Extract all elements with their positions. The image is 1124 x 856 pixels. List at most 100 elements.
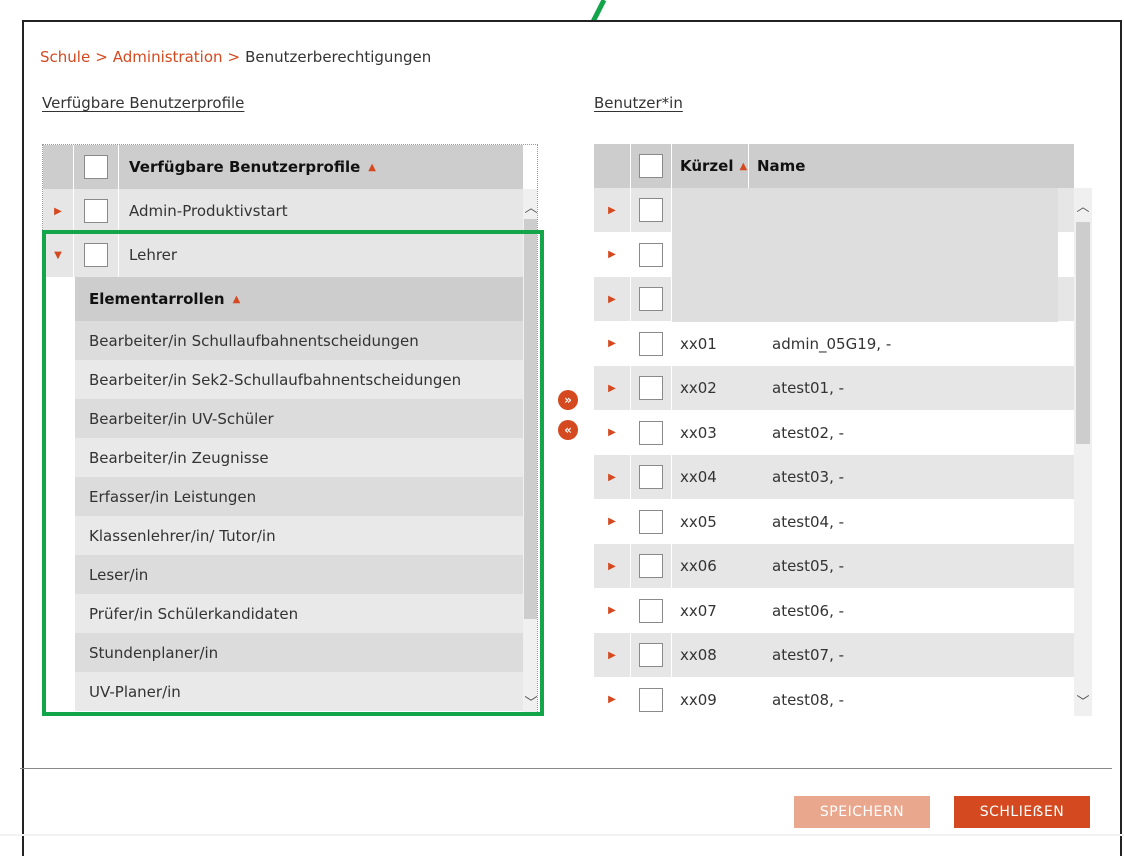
role-row[interactable]: Bearbeiter/in Zeugnisse bbox=[75, 438, 523, 477]
triangle-right-icon[interactable]: ▶ bbox=[594, 188, 630, 232]
triangle-right-icon[interactable]: ▶ bbox=[594, 411, 630, 455]
breadcrumb-school[interactable]: Schule bbox=[40, 48, 90, 66]
triangle-right-icon[interactable]: ▶ bbox=[594, 455, 630, 499]
user-checkbox[interactable] bbox=[639, 198, 663, 222]
triangle-right-icon[interactable]: ▶ bbox=[594, 366, 630, 410]
user-name: atest05, - bbox=[772, 557, 845, 575]
user-row[interactable]: ▶ xx08 atest07, - bbox=[594, 633, 1074, 677]
user-row[interactable]: ▶ xx07 atest06, - bbox=[594, 588, 1074, 633]
profile-row[interactable]: ▼ Lehrer bbox=[43, 233, 523, 277]
triangle-right-icon[interactable]: ▶ bbox=[594, 322, 630, 366]
chevron-up-icon[interactable]: ︿ bbox=[1075, 196, 1091, 215]
role-label: UV-Planer/in bbox=[89, 682, 181, 701]
role-row[interactable]: Leser/in bbox=[75, 555, 523, 594]
user-kuerzel: xx01 bbox=[680, 334, 717, 353]
triangle-right-icon[interactable]: ▶ bbox=[594, 589, 630, 633]
roles-column-header[interactable]: Elementarrollen bbox=[89, 290, 225, 308]
user-row[interactable]: ▶ xx09 atest08, - bbox=[594, 677, 1074, 717]
breadcrumb-admin[interactable]: Administration bbox=[113, 48, 223, 66]
remove-role-button[interactable]: « bbox=[558, 420, 578, 440]
profile-column-header[interactable]: Verfügbare Benutzerprofile bbox=[129, 158, 360, 176]
redacted-area bbox=[672, 188, 1058, 322]
role-row[interactable]: Klassenlehrer/in/ Tutor/in bbox=[75, 516, 523, 555]
triangle-right-icon[interactable]: ▶ bbox=[594, 277, 630, 321]
select-all-profiles-checkbox[interactable] bbox=[84, 155, 108, 179]
user-name: atest03, - bbox=[772, 468, 845, 486]
user-row[interactable]: ▶ xx02 atest01, - bbox=[594, 366, 1074, 410]
triangle-right-icon[interactable]: ▶ bbox=[594, 544, 630, 588]
role-label: Prüfer/in Schülerkandidaten bbox=[89, 604, 299, 623]
user-grid-scrollbar[interactable]: ︿ ﹀ bbox=[1074, 188, 1092, 716]
role-row[interactable]: Bearbeiter/in Schullaufbahnentscheidunge… bbox=[75, 321, 523, 360]
role-row[interactable]: Bearbeiter/in UV-Schüler bbox=[75, 399, 523, 438]
user-checkbox[interactable] bbox=[639, 242, 663, 267]
user-row[interactable]: ▶ xx05 atest04, - bbox=[594, 499, 1074, 544]
profile-checkbox[interactable] bbox=[84, 199, 108, 223]
user-checkbox[interactable] bbox=[639, 420, 663, 445]
triangle-right-icon[interactable]: ▶ bbox=[43, 189, 73, 233]
role-row[interactable]: UV-Planer/in bbox=[75, 672, 523, 711]
user-name: atest01, - bbox=[772, 379, 845, 397]
user-kuerzel: xx07 bbox=[680, 601, 717, 620]
user-name: atest07, - bbox=[772, 646, 845, 664]
user-checkbox[interactable] bbox=[639, 687, 663, 712]
user-row[interactable]: ▶ xx06 atest05, - bbox=[594, 544, 1074, 588]
user-grid-header: Kürzel ▲ Name bbox=[594, 144, 1074, 188]
scroll-thumb[interactable] bbox=[524, 219, 537, 619]
sort-up-icon[interactable]: ▲ bbox=[739, 161, 747, 172]
user-name: atest06, - bbox=[772, 601, 845, 620]
user-kuerzel: xx02 bbox=[680, 379, 717, 397]
roles-subgrid-header: Elementarrollen ▲ bbox=[75, 277, 523, 321]
user-checkbox[interactable] bbox=[639, 643, 663, 667]
role-row[interactable]: Bearbeiter/in Sek2-Schullaufbahnentschei… bbox=[75, 360, 523, 399]
role-label: Erfasser/in Leistungen bbox=[89, 487, 257, 506]
role-label: Bearbeiter/in UV-Schüler bbox=[89, 409, 274, 428]
role-label: Stundenplaner/in bbox=[89, 643, 219, 662]
user-checkbox[interactable] bbox=[639, 598, 663, 623]
role-label: Klassenlehrer/in/ Tutor/in bbox=[89, 526, 276, 545]
user-row[interactable]: ▶ xx04 atest03, - bbox=[594, 455, 1074, 499]
user-checkbox[interactable] bbox=[639, 287, 663, 311]
profile-checkbox[interactable] bbox=[84, 243, 108, 267]
chevron-up-icon[interactable]: ︿ bbox=[523, 197, 537, 216]
profile-grid-scrollbar[interactable]: ︿ ﹀ bbox=[523, 189, 537, 715]
role-row[interactable]: Erfasser/in Leistungen bbox=[75, 477, 523, 516]
triangle-down-icon[interactable]: ▼ bbox=[43, 233, 73, 277]
chevron-down-icon[interactable]: ﹀ bbox=[523, 692, 537, 711]
user-checkbox[interactable] bbox=[639, 465, 663, 489]
triangle-right-icon[interactable]: ▶ bbox=[594, 633, 630, 677]
sort-up-icon[interactable]: ▲ bbox=[368, 162, 376, 173]
triangle-right-icon[interactable]: ▶ bbox=[594, 500, 630, 544]
role-row[interactable]: Prüfer/in Schülerkandidaten bbox=[75, 594, 523, 633]
profile-label: Admin-Produktivstart bbox=[129, 202, 288, 220]
role-row[interactable]: Stundenplaner/in bbox=[75, 633, 523, 672]
user-checkbox[interactable] bbox=[639, 376, 663, 400]
user-checkbox[interactable] bbox=[639, 509, 663, 534]
right-panel-title: Benutzer*in bbox=[594, 94, 683, 112]
profile-grid-header: Verfügbare Benutzerprofile ▲ bbox=[43, 145, 523, 189]
profile-row[interactable]: ▶ Admin-Produktivstart bbox=[43, 189, 523, 233]
triangle-right-icon[interactable]: ▶ bbox=[594, 233, 630, 277]
add-role-button[interactable]: » bbox=[558, 390, 578, 410]
user-checkbox[interactable] bbox=[639, 331, 663, 356]
role-label: Leser/in bbox=[89, 565, 149, 584]
kuerzel-column-header[interactable]: Kürzel bbox=[680, 157, 733, 175]
chevron-down-icon[interactable]: ﹀ bbox=[1075, 691, 1091, 710]
triangle-right-icon[interactable]: ▶ bbox=[594, 678, 630, 717]
user-row[interactable]: ▶ xx01 admin_05G19, - bbox=[594, 321, 1074, 366]
user-name: admin_05G19, - bbox=[772, 334, 892, 353]
scroll-thumb[interactable] bbox=[1076, 222, 1090, 444]
user-name: atest02, - bbox=[772, 423, 845, 442]
user-kuerzel: xx03 bbox=[680, 423, 717, 442]
bottom-border bbox=[0, 834, 1124, 836]
name-column-header[interactable]: Name bbox=[757, 157, 805, 175]
save-button[interactable]: SPEICHERN bbox=[794, 796, 930, 828]
profile-label: Lehrer bbox=[129, 246, 178, 264]
sort-up-icon[interactable]: ▲ bbox=[233, 294, 241, 305]
footer-divider bbox=[20, 768, 1112, 769]
close-button[interactable]: SCHLIEẞEN bbox=[954, 796, 1090, 828]
user-checkbox[interactable] bbox=[639, 554, 663, 578]
select-all-users-checkbox[interactable] bbox=[639, 154, 663, 178]
user-kuerzel: xx05 bbox=[680, 512, 717, 531]
user-row[interactable]: ▶ xx03 atest02, - bbox=[594, 410, 1074, 455]
